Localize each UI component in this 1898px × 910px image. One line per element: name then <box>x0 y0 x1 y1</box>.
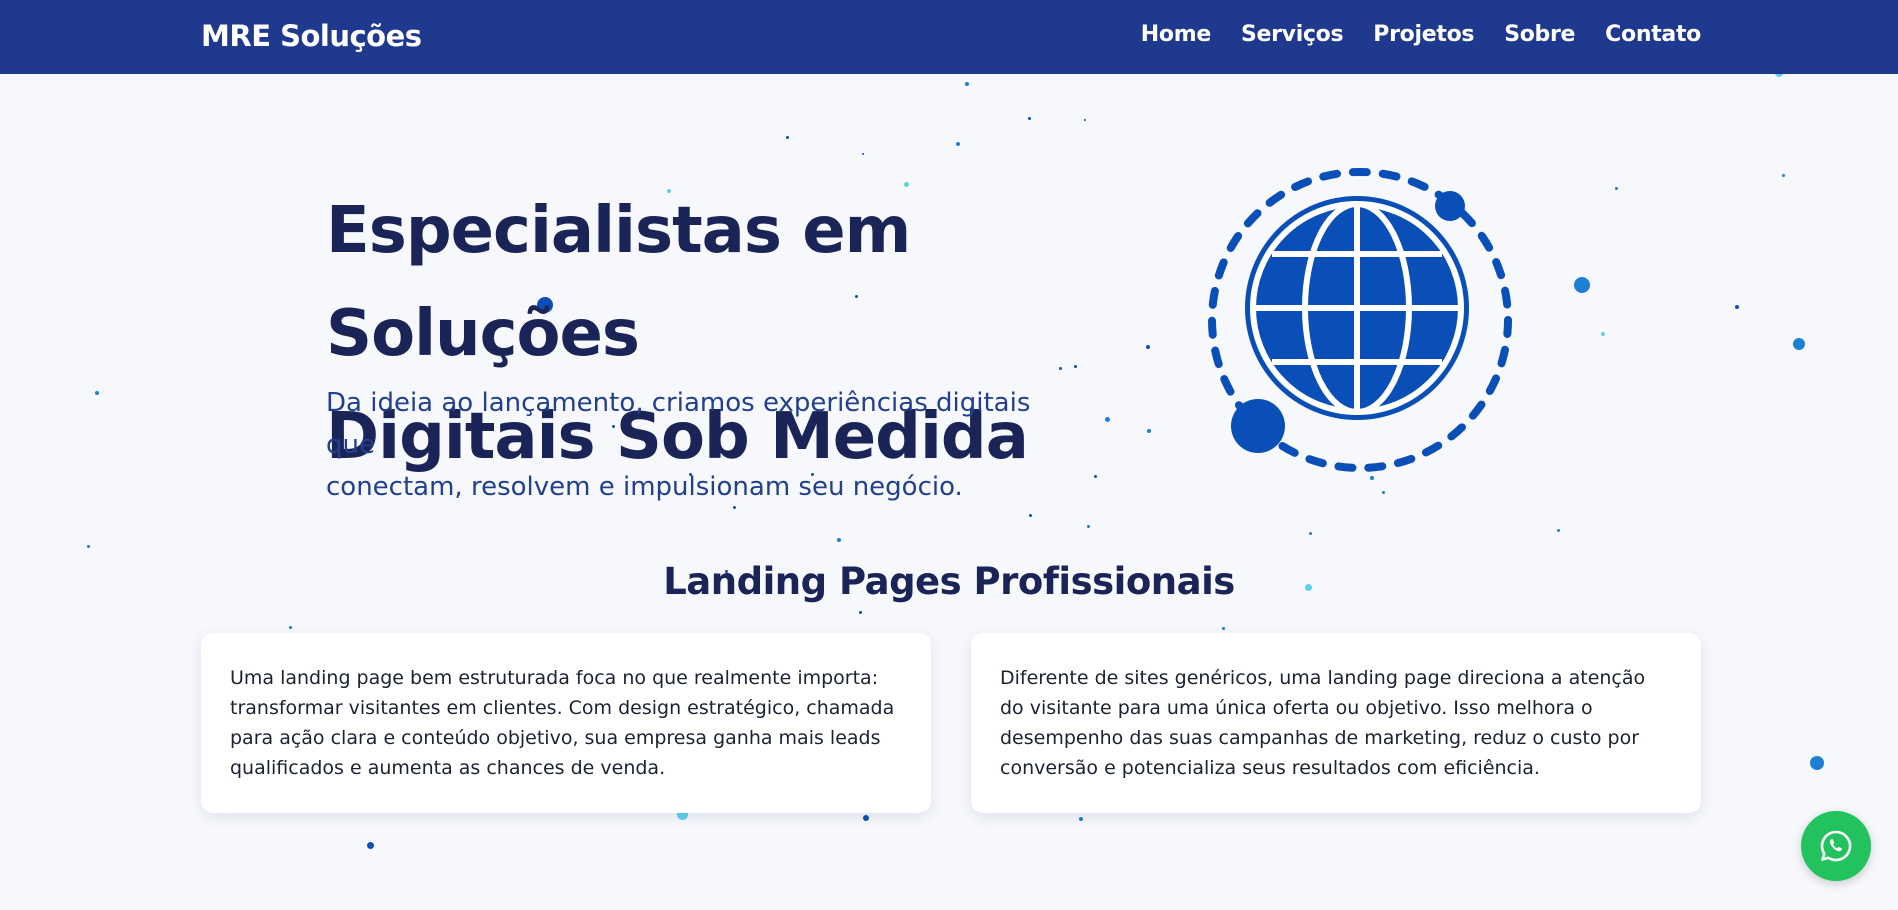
whatsapp-icon <box>1820 830 1852 862</box>
hero-title-line-1: Especialistas em Soluções <box>326 194 911 371</box>
particle-dot <box>1086 524 1090 528</box>
particle-dot <box>1221 626 1225 630</box>
particle-dot <box>1810 756 1824 770</box>
particle-dot <box>785 135 789 139</box>
particle-dot <box>1084 119 1086 121</box>
particle-dot <box>1028 513 1032 517</box>
particle-dot <box>1308 531 1312 535</box>
particle-dot <box>863 815 869 821</box>
hero-subtitle-line-2: conectam, resolvem e impulsionam seu neg… <box>326 472 963 502</box>
feature-card: Diferente de sites genéricos, uma landin… <box>971 633 1701 813</box>
particle-dot <box>956 142 960 146</box>
feature-card-text: Uma landing page bem estruturada foca no… <box>230 667 895 779</box>
particle-dot <box>1601 332 1605 336</box>
particle-dot <box>1556 528 1560 532</box>
globe-illustration <box>1200 160 1520 480</box>
particle-dot <box>1027 116 1031 120</box>
particle-dot <box>965 82 969 86</box>
particle-dot <box>1614 186 1618 190</box>
nav-sobre[interactable]: Sobre <box>1504 22 1575 47</box>
particle-dot <box>1079 817 1083 821</box>
nav-home[interactable]: Home <box>1141 22 1211 47</box>
particle-dot <box>1574 277 1590 293</box>
hero-subtitle: Da ideia ao lançamento, criamos experiên… <box>326 382 1086 508</box>
particle-dot <box>837 538 841 542</box>
brand-logo[interactable]: MRE Soluções <box>201 19 422 53</box>
feature-card-text: Diferente de sites genéricos, uma landin… <box>1000 667 1646 779</box>
particle-dot <box>858 610 862 614</box>
nav-servicos[interactable]: Serviços <box>1241 22 1344 47</box>
particle-dot <box>288 625 292 629</box>
particle-dot <box>366 841 374 849</box>
nav-contato[interactable]: Contato <box>1605 22 1701 47</box>
particle-dot <box>1781 173 1785 177</box>
whatsapp-button[interactable] <box>1801 811 1871 881</box>
hero-subtitle-line-1: Da ideia ao lançamento, criamos experiên… <box>326 388 1031 460</box>
particle-dot <box>1793 338 1805 350</box>
particle-dot <box>1735 305 1739 309</box>
particle-dot <box>86 544 90 548</box>
particle-dot <box>1381 490 1385 494</box>
globe-icon <box>1208 168 1512 472</box>
feature-card: Uma landing page bem estruturada foca no… <box>201 633 931 813</box>
nav-projetos[interactable]: Projetos <box>1373 22 1474 47</box>
particle-dot <box>95 391 99 395</box>
particle-dot <box>862 153 864 155</box>
section-title: Landing Pages Profissionais <box>663 560 1235 603</box>
top-navbar: MRE Soluções Home Serviços Projetos Sobr… <box>0 0 1898 74</box>
main-nav: Home Serviços Projetos Sobre Contato <box>1141 22 1702 47</box>
